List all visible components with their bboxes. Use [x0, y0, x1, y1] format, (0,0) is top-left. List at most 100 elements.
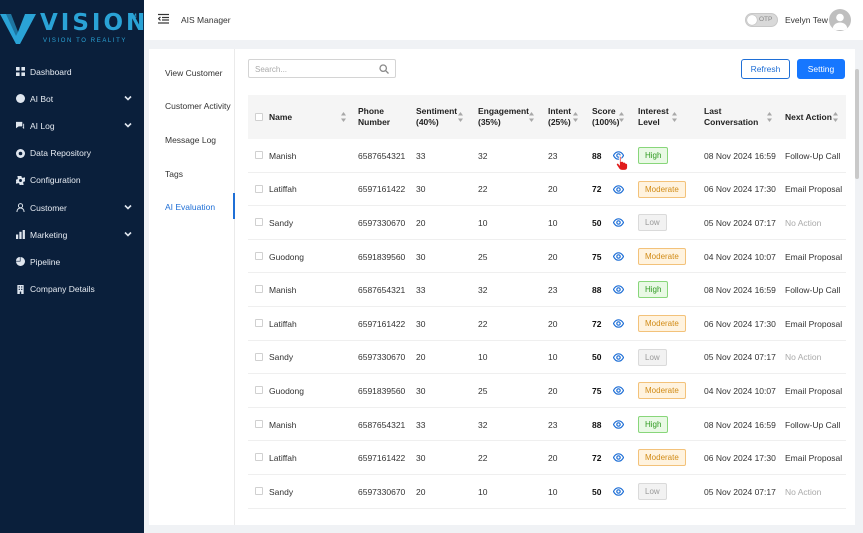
sidebar-item-label: Customer	[30, 202, 67, 213]
otp-toggle-label: OTP	[759, 16, 773, 23]
sidebar-item-marketing[interactable]: Marketing	[0, 221, 144, 248]
brand-logo[interactable]: VISION TM VISION TO REALITY	[0, 8, 145, 48]
cell-sentiment: 30	[416, 385, 426, 396]
table-row[interactable]: Sandy 6597330670 20 10 10 50 05 Nov 2024 07:17…	[248, 475, 846, 509]
refresh-button[interactable]: Refresh	[741, 59, 790, 79]
column-header-sentiment[interactable]: Sentiment (40%)	[416, 95, 457, 139]
sort-icon[interactable]	[341, 112, 346, 122]
view-eye-icon[interactable]	[612, 217, 625, 228]
sidebar-item-label: AI Log	[30, 120, 55, 131]
view-eye-icon[interactable]	[612, 486, 625, 497]
row-checkbox[interactable]	[255, 184, 263, 193]
search-icon[interactable]	[379, 64, 389, 74]
header-label: (35%)	[478, 117, 501, 127]
sidebar-item-data-repository[interactable]: Data Repository	[0, 140, 144, 167]
table-row[interactable]: Manish 6587654321 33 32 23 88 08 Nov 2024 16:5…	[248, 408, 846, 442]
cell-next-action: No Action	[785, 217, 822, 228]
view-eye-icon[interactable]	[612, 184, 625, 195]
subnav-ai-evaluation[interactable]: AI Evaluation	[165, 202, 215, 212]
table-row[interactable]: Guodong 6591839560 30 25 20 75 04 Nov 2024 10:…	[248, 374, 846, 408]
table-row[interactable]: Sandy 6597330670 20 10 10 50 05 Nov 2024 07:17…	[248, 341, 846, 375]
cell-intent: 20	[548, 318, 558, 329]
row-checkbox[interactable]	[255, 453, 263, 462]
sidebar: VISION TM VISION TO REALITY Dashboard AI…	[0, 0, 145, 533]
toggle-knob	[747, 15, 757, 25]
select-all-checkbox[interactable]	[255, 113, 263, 121]
scrollbar-thumb[interactable]	[855, 69, 859, 179]
sort-icon[interactable]	[767, 112, 772, 122]
chevron-down-icon	[124, 121, 132, 129]
search-box[interactable]	[248, 59, 396, 78]
header-label: (40%)	[416, 117, 439, 127]
row-checkbox[interactable]	[255, 352, 263, 361]
row-checkbox[interactable]	[255, 486, 263, 495]
sort-icon[interactable]	[573, 112, 578, 122]
sort-icon[interactable]	[833, 112, 838, 122]
column-header-last-conversation[interactable]: Last Conversation	[704, 95, 758, 139]
view-eye-icon[interactable]	[612, 284, 625, 295]
setting-button[interactable]: Setting	[797, 59, 845, 79]
sidebar-item-customer[interactable]: Customer	[0, 194, 144, 221]
sidebar-item-dashboard[interactable]: Dashboard	[0, 58, 144, 85]
sort-icon[interactable]	[529, 112, 534, 122]
subnav-customer-activity[interactable]: Customer Activity	[165, 101, 231, 111]
column-header-engagement[interactable]: Engagement (35%)	[478, 95, 529, 139]
cell-score: 75	[592, 251, 602, 262]
view-eye-icon[interactable]	[612, 318, 625, 329]
cell-score: 50	[592, 352, 602, 363]
user-name: Evelyn Tew	[785, 15, 828, 25]
cell-score: 88	[592, 285, 602, 296]
row-checkbox[interactable]	[255, 285, 263, 294]
subnav-view-customer[interactable]: View Customer	[165, 68, 222, 78]
sidebar-item-ai-log[interactable]: AI Log	[0, 112, 144, 139]
column-header-interest[interactable]: Interest Level	[638, 95, 669, 139]
scrollbar[interactable]	[855, 49, 859, 525]
table-row[interactable]: Manish 6587654321 33 32 23 88 08 Nov 2024 16:5…	[248, 273, 846, 307]
cell-last-conversation: 08 Nov 2024 16:59	[704, 419, 776, 430]
avatar[interactable]	[829, 9, 851, 31]
row-checkbox[interactable]	[255, 251, 263, 260]
cell-next-action: Email Proposal	[785, 453, 843, 464]
row-checkbox[interactable]	[255, 419, 263, 428]
row-checkbox[interactable]	[255, 151, 263, 159]
sort-icon[interactable]	[619, 112, 624, 122]
search-input[interactable]	[255, 63, 373, 75]
row-checkbox[interactable]	[255, 218, 263, 227]
cell-score: 88	[592, 419, 602, 430]
view-eye-icon[interactable]	[612, 385, 625, 396]
cell-phone: 6597161422	[358, 318, 406, 329]
sidebar-item-company-details[interactable]: Company Details	[0, 276, 144, 303]
column-header-name[interactable]: Name	[269, 95, 292, 139]
subnav-tags[interactable]: Tags	[165, 169, 183, 179]
interest-level-badge: Moderate	[638, 180, 686, 198]
sidebar-item-configuration[interactable]: Configuration	[0, 167, 144, 194]
sort-icon[interactable]	[672, 112, 677, 122]
sidebar-item-ai-bot[interactable]: AI Bot	[0, 85, 144, 112]
cell-name: Guodong	[269, 251, 304, 262]
subnav-message-log[interactable]: Message Log	[165, 135, 216, 145]
column-header-score[interactable]: Score (100%)	[592, 95, 619, 139]
table-row[interactable]: Latiffah 6597161422 30 22 20 72 06 Nov 2024 17…	[248, 307, 846, 341]
table-row[interactable]: Latiffah 6597161422 30 22 20 72 06 Nov 2024 17…	[248, 441, 846, 475]
grid-icon	[16, 67, 25, 77]
view-eye-icon[interactable]	[612, 352, 625, 363]
table-row[interactable]: Sandy 6597330670 20 10 10 50 05 Nov 2024 07:17…	[248, 206, 846, 240]
row-checkbox[interactable]	[255, 386, 263, 395]
cell-sentiment: 33	[416, 150, 426, 161]
column-header-next-action[interactable]: Next Action	[785, 95, 832, 139]
sidebar-item-pipeline[interactable]: Pipeline	[0, 248, 144, 275]
view-eye-icon[interactable]	[612, 452, 625, 463]
sort-icon[interactable]	[458, 112, 463, 122]
view-eye-icon[interactable]	[612, 419, 625, 430]
table-row[interactable]: Guodong 6591839560 30 25 20 75 04 Nov 2024 10:…	[248, 240, 846, 274]
table-row[interactable]: Latiffah 6597161422 30 22 20 72 06 Nov 2024 17…	[248, 173, 846, 207]
table-row[interactable]: Manish 6587654321 33 32 23 88 08 Nov 2024 16:5…	[248, 139, 846, 173]
cell-engagement: 22	[478, 453, 488, 464]
view-eye-icon[interactable]	[612, 251, 625, 262]
row-checkbox[interactable]	[255, 318, 263, 327]
menu-toggle-icon[interactable]	[157, 13, 169, 24]
column-header-intent[interactable]: Intent (25%)	[548, 95, 571, 139]
otp-toggle[interactable]: OTP	[745, 13, 778, 27]
interest-level-badge: High	[638, 281, 669, 299]
interest-level-badge: Moderate	[638, 382, 686, 400]
